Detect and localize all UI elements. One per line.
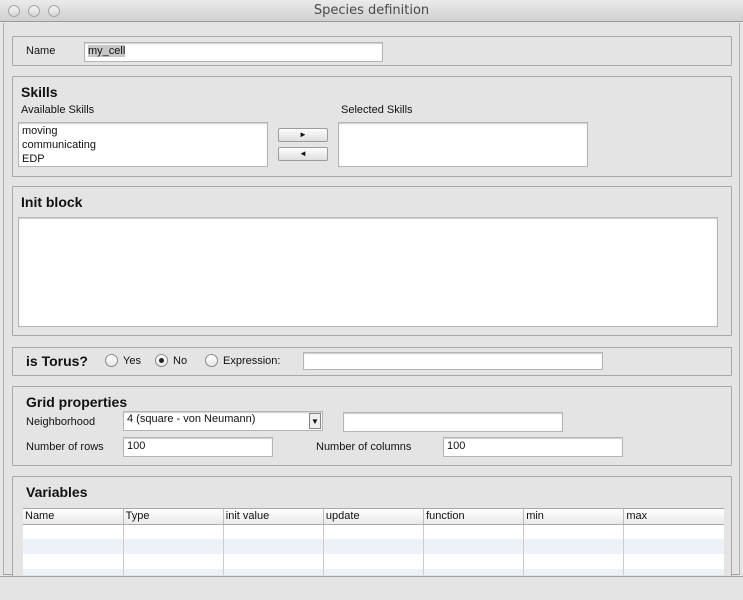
torus-expression-label: Expression: bbox=[223, 355, 281, 367]
grid-title: Grid properties bbox=[26, 394, 128, 410]
name-label: Name bbox=[26, 45, 56, 57]
table-row[interactable] bbox=[23, 569, 724, 575]
skill-item[interactable]: moving bbox=[22, 124, 264, 138]
init-title: Init block bbox=[21, 194, 83, 210]
title-bar: Species definition bbox=[0, 0, 743, 22]
radio-selected-dot bbox=[159, 358, 164, 363]
name-input[interactable]: my_cell bbox=[84, 42, 383, 62]
column-header-max[interactable]: max bbox=[623, 509, 724, 525]
neighborhood-label: Neighborhood bbox=[26, 416, 96, 428]
remove-skill-button[interactable]: ◄ bbox=[278, 147, 328, 161]
column-header-type[interactable]: Type bbox=[122, 509, 224, 525]
close-button[interactable] bbox=[8, 5, 20, 17]
add-skill-button[interactable]: ► bbox=[278, 128, 328, 142]
init-block-textarea[interactable] bbox=[18, 217, 718, 327]
table-row[interactable] bbox=[23, 539, 724, 554]
torus-yes-label: Yes bbox=[123, 355, 141, 367]
neighborhood-extra-input[interactable] bbox=[343, 412, 563, 432]
table-row[interactable] bbox=[23, 524, 724, 539]
skill-item[interactable]: EDP bbox=[22, 152, 264, 166]
torus-expression-input[interactable] bbox=[303, 352, 603, 370]
zoom-button[interactable] bbox=[48, 5, 60, 17]
column-header-function[interactable]: function bbox=[423, 509, 524, 525]
table-header: Name Type init value update function min… bbox=[23, 509, 724, 525]
torus-expression-radio[interactable] bbox=[205, 354, 218, 367]
selected-skills-label: Selected Skills bbox=[341, 104, 413, 116]
torus-title: is Torus? bbox=[26, 353, 88, 369]
skill-item[interactable]: communicating bbox=[22, 138, 264, 152]
available-skills-list[interactable]: moving communicating EDP bbox=[18, 122, 268, 167]
neighborhood-value: 4 (square - von Neumann) bbox=[127, 413, 256, 425]
column-header-init-value[interactable]: init value bbox=[222, 509, 324, 525]
variables-table[interactable]: Name Type init value update function min… bbox=[23, 508, 724, 575]
table-row[interactable] bbox=[23, 554, 724, 569]
name-value: my_cell bbox=[88, 45, 126, 57]
chevron-down-icon[interactable]: ▼ bbox=[309, 413, 321, 429]
column-header-name[interactable]: Name bbox=[23, 509, 124, 525]
minimize-button[interactable] bbox=[28, 5, 40, 17]
neighborhood-select[interactable]: 4 (square - von Neumann) ▼ bbox=[123, 411, 323, 431]
columns-label: Number of columns bbox=[316, 441, 412, 453]
torus-no-label: No bbox=[173, 355, 188, 367]
selected-skills-list[interactable] bbox=[338, 122, 588, 167]
bottom-bar bbox=[0, 576, 743, 600]
available-skills-label: Available Skills bbox=[21, 104, 95, 116]
variables-title: Variables bbox=[26, 484, 88, 500]
column-header-min[interactable]: min bbox=[523, 509, 624, 525]
window-title: Species definition bbox=[313, 3, 430, 18]
torus-no-radio[interactable] bbox=[155, 354, 168, 367]
columns-input[interactable]: 100 bbox=[443, 437, 623, 457]
torus-yes-radio[interactable] bbox=[105, 354, 118, 367]
rows-label: Number of rows bbox=[26, 441, 104, 453]
column-header-update[interactable]: update bbox=[322, 509, 424, 525]
skills-title: Skills bbox=[21, 84, 58, 100]
rows-input[interactable]: 100 bbox=[123, 437, 273, 457]
